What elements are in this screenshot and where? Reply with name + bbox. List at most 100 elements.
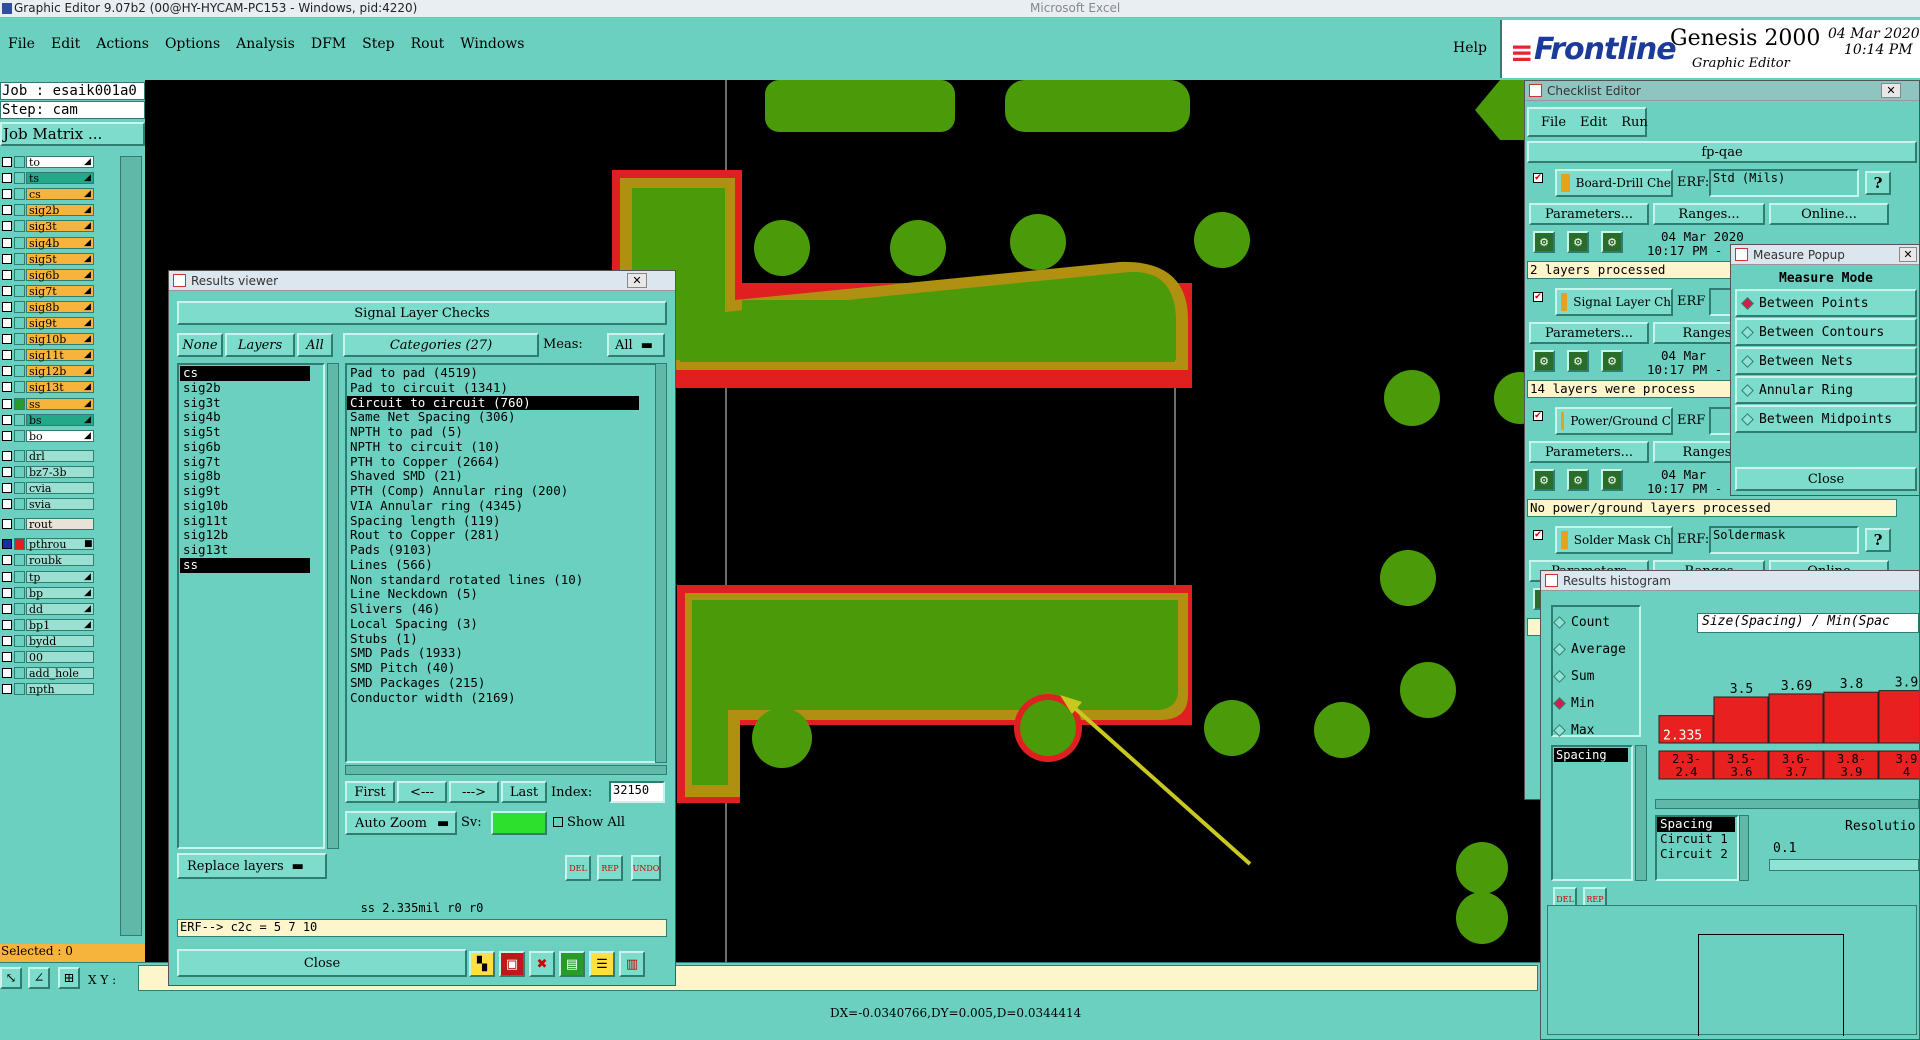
resolution-slider[interactable]	[1769, 859, 1919, 871]
layer-checkbox[interactable]	[2, 173, 12, 184]
item-parameters-button[interactable]: Parameters...	[1529, 441, 1649, 463]
item-help-button[interactable]: ?	[1865, 171, 1891, 195]
item-ranges-button[interactable]: Ranges...	[1653, 203, 1765, 225]
close-button[interactable]: Close	[177, 949, 467, 977]
layer-row[interactable]: bz7-3b	[0, 465, 118, 479]
stat-option[interactable]: Min	[1553, 690, 1639, 717]
layer-color-swatch[interactable]	[14, 300, 25, 313]
layer-checkbox[interactable]	[2, 539, 12, 550]
run-icon[interactable]: ⚙	[1533, 350, 1555, 372]
layer-checkbox[interactable]	[2, 285, 12, 296]
category-item[interactable]: VIA Annular ring (4345)	[347, 498, 639, 514]
category-item[interactable]: SMD Pitch (40)	[347, 660, 639, 676]
layer-checkbox[interactable]	[2, 221, 12, 232]
layer-checkbox[interactable]	[2, 519, 12, 530]
layer-row[interactable]: sig11t ◢	[0, 349, 118, 362]
layer-name[interactable]: rout	[26, 518, 94, 531]
category-item[interactable]: Stubs (1)	[347, 631, 639, 647]
category-item[interactable]: PTH (Comp) Annular ring (200)	[347, 483, 639, 499]
item-parameters-button[interactable]: Parameters...	[1529, 203, 1649, 225]
layer-color-swatch[interactable]	[14, 554, 25, 567]
category-item[interactable]: Pad to circuit (1341)	[347, 380, 639, 396]
category-item[interactable]: Pad to pad (4519)	[347, 365, 639, 381]
menu-file[interactable]: File	[8, 36, 35, 56]
tool-view-icon[interactable]: ▣	[499, 951, 525, 977]
layer-row[interactable]: sig9t ◢	[0, 317, 118, 330]
close-icon[interactable]: ✕	[1881, 83, 1901, 98]
tool-cross-icon[interactable]: ✖	[529, 951, 555, 977]
tool-zoom-icon[interactable]: ⤡	[0, 967, 22, 989]
layer-color-swatch[interactable]	[14, 397, 25, 410]
results-layer-item[interactable]: sig3t	[180, 395, 310, 411]
layer-row[interactable]: to ◢	[0, 156, 118, 169]
tool-layers-icon[interactable]: ▚	[469, 951, 495, 977]
results-layer-item[interactable]: sig13t	[180, 542, 310, 558]
index-field[interactable]: 32150	[609, 781, 665, 803]
layer-checkbox[interactable]	[2, 430, 12, 441]
menu-rout[interactable]: Rout	[411, 36, 445, 56]
layer-row[interactable]: sig3t ◢	[0, 220, 118, 233]
layer-row[interactable]: sig12b ◢	[0, 365, 118, 378]
item-action-button[interactable]: Solder Mask Ch	[1555, 526, 1673, 554]
layer-color-swatch[interactable]	[14, 570, 25, 583]
layer-row[interactable]: 00	[0, 651, 118, 664]
layer-checkbox[interactable]	[2, 205, 12, 216]
layer-color-swatch[interactable]	[14, 683, 25, 696]
layer-color-swatch[interactable]	[14, 518, 25, 531]
layer-color-swatch[interactable]	[14, 156, 25, 168]
stat-option[interactable]: Max	[1553, 717, 1639, 744]
layer-row[interactable]: sig8b ◢	[0, 300, 118, 314]
layer-color-swatch[interactable]	[14, 284, 25, 297]
item-action-button[interactable]: Signal Layer Ch	[1555, 288, 1673, 316]
tool-report-icon[interactable]: ☰	[589, 951, 615, 977]
measure-option[interactable]: Between Nets	[1735, 347, 1917, 375]
histogram-bar[interactable]	[1823, 691, 1879, 744]
menu-edit[interactable]: Edit	[51, 36, 80, 56]
menu-options[interactable]: Options	[165, 36, 220, 56]
layer-color-swatch[interactable]	[14, 365, 25, 378]
layer-scrollbar[interactable]	[120, 156, 142, 936]
histogram-bar[interactable]	[1768, 693, 1824, 744]
menu-help[interactable]: Help	[1453, 40, 1487, 56]
category-item[interactable]: SMD Pads (1933)	[347, 645, 639, 661]
layer-row[interactable]: rout	[0, 518, 118, 531]
item-enable-checkbox[interactable]: ✔	[1533, 411, 1543, 421]
menu-step[interactable]: Step	[362, 36, 394, 56]
layer-checkbox[interactable]	[2, 414, 12, 425]
layer-color-swatch[interactable]	[14, 449, 25, 462]
category-item[interactable]: Circuit to circuit (760)	[347, 395, 639, 411]
category-item[interactable]: Lines (566)	[347, 557, 639, 573]
layer-color-swatch[interactable]	[14, 538, 25, 551]
results-layer-item[interactable]: ss	[180, 557, 310, 573]
checklist-menu-edit[interactable]: Edit	[1580, 115, 1607, 130]
hist-list2-item[interactable]: Circuit 2	[1657, 846, 1735, 862]
results-layer-item[interactable]: sig2b	[180, 380, 310, 396]
auto-zoom-select[interactable]: Auto Zoom ▬	[345, 811, 457, 835]
category-item[interactable]: Line Neckdown (5)	[347, 586, 639, 602]
menu-windows[interactable]: Windows	[460, 36, 524, 56]
tool-histogram-icon[interactable]: ▥	[619, 951, 645, 977]
categories-button[interactable]: Categories (27)	[343, 333, 539, 357]
category-scrollbar[interactable]	[655, 363, 667, 763]
layer-color-swatch[interactable]	[14, 349, 25, 362]
results-layer-item[interactable]: sig10b	[180, 498, 310, 514]
item-enable-checkbox[interactable]: ✔	[1533, 530, 1543, 540]
tool-green-icon[interactable]: ▤	[559, 951, 585, 977]
layer-color-swatch[interactable]	[14, 236, 25, 249]
category-hscrollbar[interactable]	[345, 765, 667, 775]
layer-row[interactable]: sig2b ◢	[0, 204, 118, 217]
layer-checkbox[interactable]	[2, 318, 12, 328]
layer-color-swatch[interactable]	[14, 220, 25, 233]
hist-list2-item[interactable]: Circuit 1	[1657, 831, 1735, 847]
item-parameters-button[interactable]: Parameters...	[1529, 322, 1649, 344]
layer-name[interactable]: svia	[26, 498, 94, 511]
histogram-hscrollbar[interactable]	[1655, 799, 1919, 809]
layer-checkbox[interactable]	[2, 398, 12, 409]
layer-color-swatch[interactable]	[14, 204, 25, 217]
histogram-bar[interactable]	[1713, 696, 1769, 744]
layer-color-swatch[interactable]	[14, 172, 25, 185]
category-item[interactable]: SMD Packages (215)	[347, 675, 639, 691]
show-all-checkbox[interactable]	[553, 817, 563, 827]
layer-color-swatch[interactable]	[14, 381, 25, 394]
measure-close-button[interactable]: Close	[1735, 467, 1917, 491]
